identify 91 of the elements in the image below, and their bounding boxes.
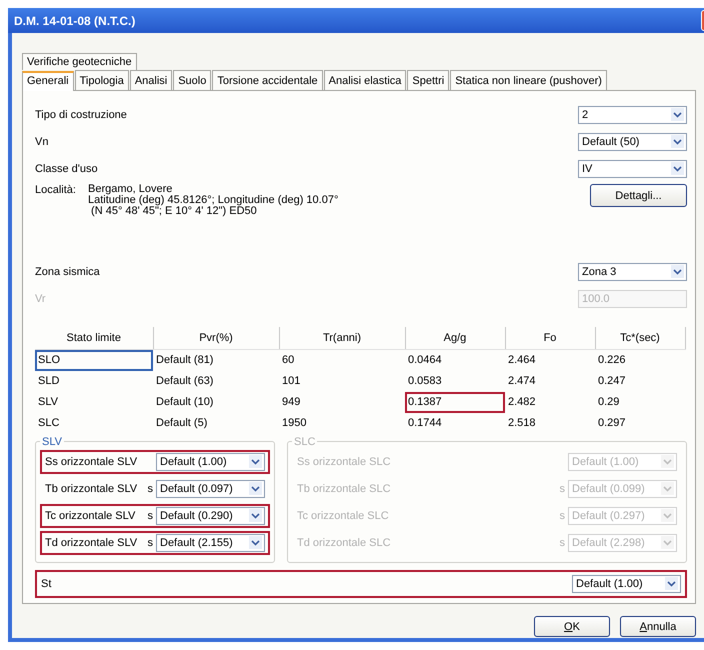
- caret-icon: [671, 162, 684, 175]
- caret-icon: [661, 536, 674, 549]
- dropdown[interactable]: Default (0.290): [156, 506, 265, 524]
- location-text: Latitudine (deg) 45.8126°; Longitudine (deg) 10.07°: [88, 195, 338, 206]
- table-cell: 0.1387: [405, 392, 505, 412]
- field-label: Vn: [35, 136, 48, 148]
- caret-icon: [249, 536, 262, 549]
- tab[interactable]: Analisi: [130, 70, 172, 90]
- caret-icon: [249, 455, 262, 468]
- field-label: Tipo di costruzione: [35, 108, 127, 120]
- column-header: Tr(anni): [279, 327, 405, 350]
- field-label: Classe d'uso: [35, 162, 98, 174]
- column-header: Pvr(%): [153, 327, 279, 350]
- caret-icon: [661, 509, 674, 522]
- table-cell-text: 101: [281, 374, 302, 389]
- caret-icon: [665, 577, 678, 590]
- details-button[interactable]: Dettagli...: [590, 184, 687, 207]
- table-cell: 949: [279, 392, 405, 412]
- table-cell: 0.0464: [405, 350, 505, 370]
- tab[interactable]: Analisi elastica: [324, 70, 406, 90]
- table-cell-text: SLV: [37, 395, 59, 410]
- tab[interactable]: Verifiche geotecniche: [22, 53, 137, 70]
- table-cell: 60: [279, 350, 405, 370]
- table-cell: 2.464: [505, 350, 595, 370]
- table-cell-text: 0.247: [597, 374, 627, 389]
- table-cell: SLO: [35, 350, 153, 370]
- field-label: Zona sismica: [35, 266, 100, 278]
- dropdown[interactable]: IV: [578, 160, 687, 178]
- dropdown[interactable]: Default (0.097): [156, 480, 265, 498]
- unit-label: s: [148, 482, 153, 494]
- table-cell: 2.482: [505, 392, 595, 412]
- field-label: Ss orizzontale SLV: [45, 456, 138, 468]
- dropdown[interactable]: Default (1.00): [156, 452, 265, 470]
- caret-icon: [661, 455, 674, 468]
- table-cell: 0.226: [595, 350, 685, 370]
- tab[interactable]: Generali: [22, 71, 74, 91]
- field-label: Tc orizzontale SLV: [45, 510, 136, 522]
- caret-icon: [249, 482, 262, 495]
- field-label: Td orizzontale SLC: [297, 536, 391, 548]
- table-cell: 1950: [279, 412, 405, 434]
- unit-label: s: [560, 482, 565, 494]
- tab[interactable]: Suolo: [173, 70, 212, 90]
- table-cell-text: 0.29: [597, 395, 620, 410]
- location-text: (N 45° 48' 45"; E 10° 4' 12") ED50: [90, 206, 257, 217]
- tab[interactable]: Statica non lineare (pushover): [450, 70, 607, 90]
- caret-icon: [249, 509, 262, 522]
- table-cell-text: 0.0583: [407, 374, 443, 389]
- tab[interactable]: Spettri: [407, 70, 450, 90]
- tab[interactable]: Tipologia: [74, 70, 129, 90]
- table-cell-text: Default (5): [155, 416, 208, 431]
- table-cell: 0.1744: [405, 412, 505, 434]
- column-header: Fo: [505, 327, 595, 350]
- field-label: Td orizzontale SLV: [45, 536, 138, 548]
- table-cell-text: Default (10): [155, 395, 214, 410]
- unit-label: s: [148, 536, 153, 548]
- dropdown[interactable]: Zona 3: [578, 262, 687, 280]
- field-label: Tb orizzontale SLC: [297, 482, 391, 494]
- table-cell: Default (63): [153, 370, 279, 392]
- caret-icon: [671, 108, 684, 121]
- table-cell-text: 2.474: [507, 374, 537, 389]
- field-label: Località:: [35, 184, 76, 198]
- group-title: SLC: [293, 436, 316, 448]
- table-cell: 2.518: [505, 412, 595, 434]
- table-cell-text: 0.297: [597, 416, 627, 431]
- field-label: Vr: [35, 292, 46, 304]
- unit-label: s: [560, 510, 565, 522]
- dropdown[interactable]: Default (50): [578, 132, 687, 150]
- caret-icon: [661, 482, 674, 495]
- caret-icon: [671, 135, 684, 148]
- field-label: St: [41, 578, 52, 590]
- dropdown[interactable]: Default (2.155): [156, 534, 265, 552]
- dialog-button[interactable]: OK: [534, 616, 610, 637]
- unit-label: s: [560, 536, 565, 548]
- table-cell-text: SLC: [37, 416, 60, 431]
- location-text: Bergamo, Lovere: [88, 184, 174, 195]
- dropdown[interactable]: Default (1.00): [572, 574, 681, 592]
- unit-label: s: [148, 510, 153, 522]
- dialog-button[interactable]: Annulla: [620, 616, 696, 637]
- field-label: Tb orizzontale SLV: [45, 482, 138, 494]
- field-label: Tc orizzontale SLC: [297, 510, 389, 522]
- dropdown[interactable]: 2: [578, 106, 687, 124]
- group-title: SLV: [41, 436, 63, 448]
- column-header: Tc*(sec): [595, 327, 685, 350]
- table-cell: Default (81): [153, 350, 279, 370]
- column-header: Stato limite: [35, 327, 153, 350]
- tab[interactable]: Torsione accidentale: [212, 70, 323, 90]
- column-header: Ag/g: [405, 327, 505, 350]
- caret-icon: [671, 265, 684, 278]
- window-title: D.M. 14-01-08 (N.T.C.): [14, 14, 136, 28]
- field-label: Ss orizzontale SLC: [297, 456, 391, 468]
- table-cell: SLD: [35, 370, 153, 392]
